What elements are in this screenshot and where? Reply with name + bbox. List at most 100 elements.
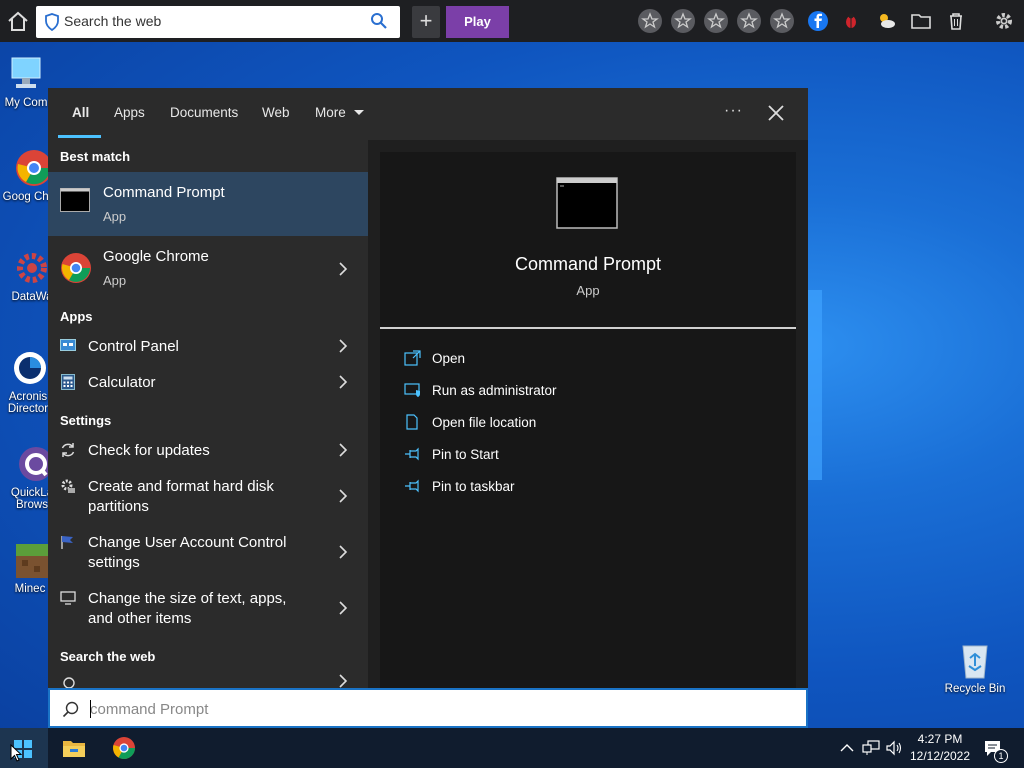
tab-documents[interactable]: Documents: [170, 105, 238, 120]
section-heading-best-match: Best match: [60, 149, 131, 164]
result-label-line2: settings: [88, 554, 140, 571]
command-prompt-icon: [60, 188, 90, 212]
star-bookmark-icon[interactable]: [737, 9, 761, 33]
result-create-format-partitions[interactable]: Create and format hard disk partitions: [48, 468, 368, 524]
desktop-wallpaper-glow: [808, 290, 822, 480]
computer-icon: [6, 54, 46, 94]
preview-title: Command Prompt: [514, 254, 662, 274]
pin-icon: [404, 446, 422, 462]
bug-icon[interactable]: [840, 10, 862, 32]
result-change-text-size[interactable]: Change the size of text, apps, and other…: [48, 580, 368, 636]
display-icon: [60, 591, 76, 605]
result-label-line2: and other items: [88, 610, 192, 627]
mouse-cursor-icon: [10, 743, 23, 762]
desktop-icon-recycle-bin[interactable]: Recycle Bin: [939, 640, 1011, 695]
desktop-icon-label: Minec: [14, 583, 46, 595]
section-heading-apps: Apps: [60, 309, 93, 324]
result-label-line1: Change the size of text, apps,: [88, 590, 287, 607]
chevron-right-icon[interactable]: [339, 443, 348, 457]
chevron-right-icon[interactable]: [339, 375, 348, 389]
action-pin-to-taskbar[interactable]: Pin to taskbar: [380, 472, 796, 500]
calculator-icon: [61, 374, 75, 390]
chevron-right-icon[interactable]: [339, 339, 348, 353]
pin-icon: [404, 478, 422, 494]
folder-icon[interactable]: [910, 10, 932, 32]
chevron-right-icon[interactable]: [339, 262, 348, 276]
play-button[interactable]: Play: [446, 6, 509, 38]
facebook-icon[interactable]: [807, 10, 829, 32]
chevron-right-icon[interactable]: [339, 674, 348, 688]
tab-all[interactable]: All: [72, 105, 89, 120]
desktop-icon-label: DataWa: [11, 291, 53, 303]
result-title: Command Prompt: [103, 184, 225, 201]
result-subtitle: App: [103, 209, 127, 224]
chevron-right-icon[interactable]: [339, 545, 348, 559]
action-open-file-location[interactable]: Open file location: [380, 408, 796, 436]
result-label-line1: Change User Account Control: [88, 534, 287, 551]
chevron-right-icon[interactable]: [339, 489, 348, 503]
weather-icon[interactable]: [875, 10, 897, 32]
web-search-placeholder: Search the web: [64, 13, 162, 29]
start-search-input[interactable]: command Prompt: [48, 688, 808, 728]
start-button[interactable]: [0, 728, 48, 768]
star-bookmark-icon[interactable]: [671, 9, 695, 33]
result-control-panel[interactable]: Control Panel: [48, 328, 368, 364]
result-command-prompt[interactable]: Command Prompt App: [48, 172, 368, 236]
shield-icon: [44, 13, 60, 32]
chevron-down-icon: [353, 105, 364, 120]
open-icon: [404, 350, 422, 366]
windows-search-panel: All Apps Documents Web More ··· Best mat…: [48, 88, 808, 688]
star-bookmark-icon[interactable]: [770, 9, 794, 33]
admin-shield-icon: [404, 382, 422, 398]
star-bookmark-icon[interactable]: [638, 9, 662, 33]
new-tab-button[interactable]: +: [412, 6, 440, 38]
search-filter-tabs: All Apps Documents Web More ···: [48, 88, 808, 140]
action-run-as-administrator[interactable]: Run as administrator: [380, 376, 796, 404]
chevron-up-icon[interactable]: [840, 741, 854, 753]
file-explorer-icon[interactable]: [62, 737, 86, 759]
result-label: Check for updates: [88, 442, 210, 459]
preview-subtitle: App: [576, 283, 600, 298]
clock-date[interactable]: 12/12/2022: [906, 749, 974, 763]
tab-apps[interactable]: Apps: [114, 105, 145, 120]
web-search-box[interactable]: Search the web: [36, 6, 400, 38]
action-label: Pin to taskbar: [432, 479, 515, 494]
star-bookmark-icon[interactable]: [704, 9, 728, 33]
result-google-chrome[interactable]: Google Chrome App: [48, 236, 368, 300]
action-pin-to-start[interactable]: Pin to Start: [380, 440, 796, 468]
network-icon[interactable]: [862, 740, 880, 756]
tab-more[interactable]: More: [315, 105, 364, 120]
search-icon[interactable]: [370, 12, 388, 30]
recycle-bin-icon: [955, 640, 995, 680]
result-label: Control Panel: [88, 338, 179, 355]
clock-time[interactable]: 4:27 PM: [906, 732, 974, 746]
gear-cluster-icon: [12, 248, 52, 288]
result-label-line2: partitions: [88, 498, 149, 515]
gear-icon[interactable]: [993, 10, 1015, 32]
desktop-icon-label: My Com: [4, 97, 48, 109]
active-tab-indicator: [58, 135, 101, 138]
section-heading-search-web: Search the web: [60, 649, 156, 664]
result-calculator[interactable]: Calculator: [48, 364, 368, 400]
preview-divider: [380, 327, 796, 329]
search-icon: [62, 676, 76, 688]
home-icon[interactable]: [6, 10, 30, 34]
action-label: Open: [432, 351, 466, 366]
refresh-icon: [60, 442, 76, 458]
trash-icon[interactable]: [945, 10, 967, 32]
chrome-taskbar-icon[interactable]: [112, 736, 136, 760]
quicklaunch-icon: [12, 444, 53, 484]
result-web-search-partial[interactable]: [48, 670, 368, 688]
close-icon[interactable]: [767, 104, 785, 122]
result-check-for-updates[interactable]: Check for updates: [48, 432, 368, 468]
result-change-uac-settings[interactable]: Change User Account Control settings: [48, 524, 368, 580]
uac-flag-icon: [60, 534, 76, 550]
tab-web[interactable]: Web: [262, 105, 290, 120]
chevron-right-icon[interactable]: [339, 601, 348, 615]
more-options-icon[interactable]: ···: [724, 102, 743, 120]
volume-icon[interactable]: [886, 740, 904, 756]
action-open[interactable]: Open: [380, 344, 796, 372]
result-label: Calculator: [88, 374, 156, 391]
browser-toolbar: Search the web + Play: [0, 0, 1024, 42]
action-label: Pin to Start: [432, 447, 499, 462]
